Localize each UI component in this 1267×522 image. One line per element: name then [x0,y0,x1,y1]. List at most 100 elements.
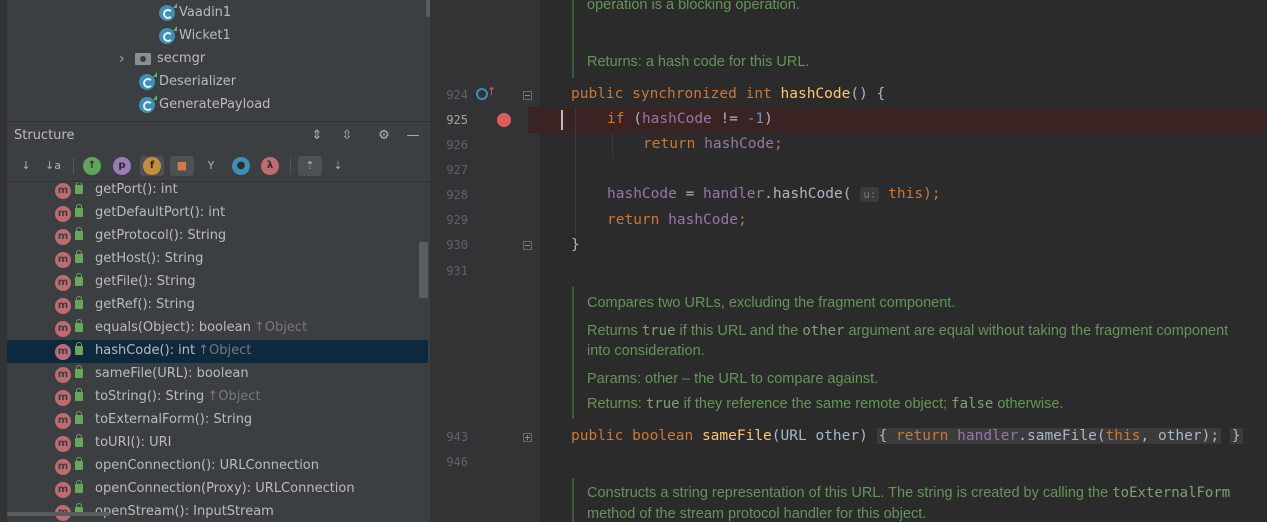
member-signature-text: getFile(): String [95,274,196,289]
structure-member-row[interactable]: m toExternalForm(): String [7,409,428,432]
doc-text-run: if they reference the same remote object… [679,396,952,412]
show-non-public-icon[interactable]: ■ [170,156,194,176]
keyword-token: if [607,111,634,127]
keyword-token: public boolean [571,428,702,444]
project-tree: Vaadin1 Wicket1 › secmgr Deserializer Ge… [7,0,430,120]
structure-member-row[interactable]: m getFile(): String [7,271,428,294]
method-icon: m [55,229,71,245]
gear-icon[interactable]: ⚙ [375,127,393,145]
code-token: = [676,186,704,202]
member-signature-text: openConnection(Proxy): URLConnection [95,481,355,496]
inherited-from-label: ↑Object [198,343,252,358]
fold-icon[interactable] [523,91,532,100]
structure-header: Structure ⇕ ⇳ ⚙ — [7,121,430,150]
breakpoint-icon[interactable] [497,113,511,127]
member-signature: getHost(): String [95,251,203,266]
method-icon: m [55,183,71,199]
structure-member-row[interactable]: m openConnection(Proxy): URLConnection [7,478,428,501]
member-signature: openConnection(Proxy): URLConnection [95,481,355,496]
public-lock-icon [75,480,83,493]
member-signature: getRef(): String [95,297,195,312]
show-classes-icon[interactable]: ● [232,157,250,175]
tree-item[interactable]: Wicket1 [159,24,231,47]
structure-member-row[interactable]: m getPort(): int [7,182,428,202]
public-lock-icon [75,250,83,263]
public-lock-icon [75,434,83,447]
structure-member-row[interactable]: m getRef(): String [7,294,428,317]
horizontal-scrollbar[interactable] [7,512,110,516]
member-signature-text: toURI(): URI [95,435,172,450]
member-signature: getDefaultPort(): int [95,205,225,220]
method-icon: m [55,367,71,383]
member-signature-text: getRef(): String [95,297,195,312]
show-inherited-icon[interactable]: ↑ [83,157,101,175]
field-token: handler [703,186,765,202]
expand-all-icon[interactable]: ⇕ [308,127,326,145]
member-signature-text: openConnection(): URLConnection [95,458,320,473]
number-token: -1 [746,111,765,127]
structure-member-list: m getPort(): int m getDefaultPort(): int m ge… [7,182,430,522]
structure-member-row[interactable]: m equals(Object): boolean ↑Object [7,317,428,340]
doc-comment-bar [572,287,574,419]
member-signature-text: getHost(): String [95,251,204,266]
member-signature: sameFile(URL): boolean [95,366,249,381]
tree-item[interactable]: GeneratePayload [139,93,270,116]
doc-comment-text: Returns: true if they reference the same… [587,396,1063,412]
member-signature-text: toString(): String [95,389,205,404]
code-token: (URL other) [771,428,868,444]
member-signature-text: getPort(): int [95,182,178,197]
public-lock-icon [75,388,83,401]
structure-member-row[interactable]: m openConnection(): URLConnection [7,455,428,478]
doc-text-run: Returns: [587,396,646,412]
editor-gutter[interactable]: 924 925 926 927 928 929 930 931 943 946 … [430,0,540,522]
package-icon [135,52,151,65]
structure-member-row[interactable]: m getDefaultPort(): int [7,202,428,225]
tree-item[interactable]: Deserializer [139,70,236,93]
code-editor[interactable]: 924 925 926 927 928 929 930 931 943 946 … [430,0,1267,522]
folded-region-end[interactable]: } [1229,428,1243,444]
structure-member-row[interactable]: m sameFile(URL): boolean [7,363,428,386]
method-name-token: sameFile [701,428,772,444]
structure-toolbar: ↓ ↓a ↑ p f ■ Y ● λ ⇡ ⇣ [7,150,430,182]
structure-member-row[interactable]: m getProtocol(): String [7,225,428,248]
doc-comment-text: Returns true if this URL and the other a… [587,323,1228,339]
show-fields-button[interactable]: f [140,156,164,176]
structure-member-row[interactable]: m toString(): String ↑Object [7,386,428,409]
public-lock-icon [75,342,83,355]
chevron-right-icon[interactable]: › [119,51,135,67]
sort-alphabetically-icon[interactable]: ↓a [43,156,63,176]
sort-by-visibility-icon[interactable]: ↓ [16,156,36,176]
show-anonymous-icon[interactable]: Y [201,156,221,176]
method-icon: m [55,459,71,475]
method-icon: m [55,298,71,314]
keyword-token: public synchronized int [571,86,781,102]
structure-scrollbar[interactable] [419,242,428,298]
tree-item-label: Deserializer [159,74,237,89]
doc-comment-bar [572,478,574,522]
autoscroll-from-source-icon[interactable]: ⇣ [328,156,348,176]
indent-guide [575,108,576,236]
show-properties-icon[interactable]: p [113,157,131,175]
fold-icon[interactable] [523,241,532,250]
public-lock-icon [75,411,83,424]
structure-member-row[interactable]: m getHost(): String [7,248,428,271]
hide-icon[interactable]: — [404,127,422,145]
field-icon: f [143,157,161,175]
member-signature: getFile(): String [95,274,196,289]
autoscroll-to-source-icon[interactable]: ⇡ [298,156,322,176]
structure-member-row[interactable]: m hashCode(): int ↑Object [7,340,428,363]
public-lock-icon [75,227,83,240]
keyword-token: this [1105,428,1141,444]
structure-member-row[interactable]: m toURI(): URI [7,432,428,455]
show-lambdas-icon[interactable]: λ [261,157,279,175]
member-signature-text: equals(Object): boolean [95,320,251,335]
method-icon: m [55,436,71,452]
doc-comment-bar [572,0,574,78]
collapse-all-icon[interactable]: ⇳ [338,127,356,145]
folded-region[interactable]: { return handler.sameFile(this, other); [876,428,1222,444]
unfold-icon[interactable] [523,433,532,442]
tree-item[interactable]: Vaadin1 [159,1,231,24]
doc-code-run: other [802,323,845,339]
keyword-token: return [607,212,669,228]
tree-item[interactable]: › secmgr [119,47,205,70]
